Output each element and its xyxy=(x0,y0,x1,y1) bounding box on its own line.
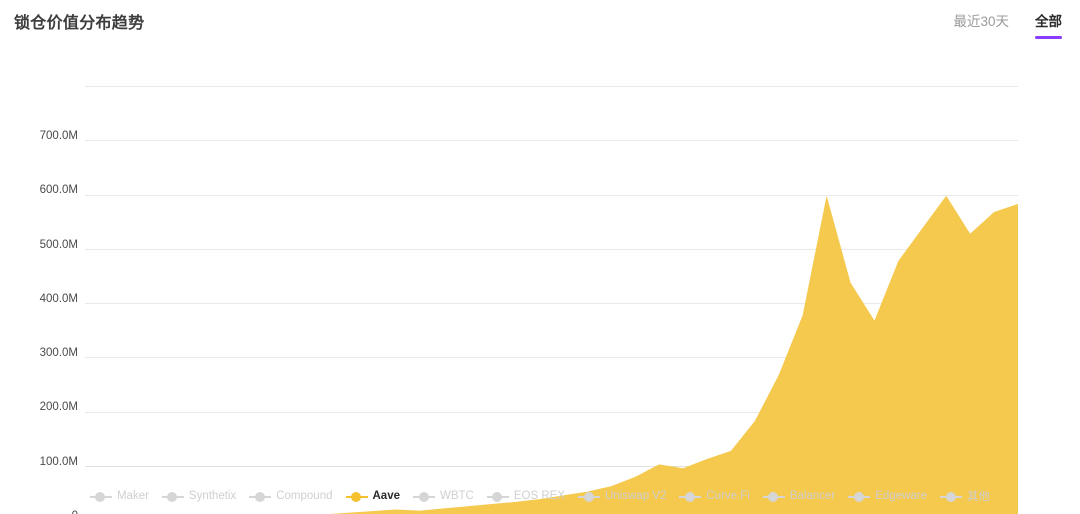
legend-item-maker[interactable]: Maker xyxy=(89,490,149,502)
legend-marker-icon xyxy=(486,491,509,502)
legend-marker-icon xyxy=(249,491,272,502)
legend-item-uniswap-v2[interactable]: Uniswap V2 xyxy=(578,490,666,502)
legend-item-edgeware[interactable]: Edgeware xyxy=(848,490,927,502)
legend-item-wbtc[interactable]: WBTC xyxy=(413,490,474,502)
legend-label: Uniswap V2 xyxy=(605,490,667,502)
y-axis-tick-label: 0 xyxy=(6,510,78,514)
y-axis-tick-label: 300.0M xyxy=(39,347,78,360)
legend-label: Edgeware xyxy=(875,490,928,502)
legend-marker-icon xyxy=(578,491,600,502)
legend-marker-icon xyxy=(413,491,435,502)
area-path-aave xyxy=(329,195,1018,514)
tab-all[interactable]: 全部 xyxy=(1035,10,1062,39)
legend-label: Maker xyxy=(116,490,149,502)
legend-marker-icon xyxy=(762,491,785,502)
legend-label: EOS REX xyxy=(513,490,565,502)
legend-item-curve-fi[interactable]: Curve.Fi xyxy=(679,490,750,502)
legend-label: 其他 xyxy=(967,491,991,503)
series-legend: Maker Synthetix Compound Aave WBTC EOS REX Uni… xyxy=(0,488,1080,504)
legend-label: WBTC xyxy=(440,490,474,502)
legend-label: Compound xyxy=(276,490,333,502)
y-axis-tick-label: 700.0M xyxy=(39,130,78,142)
y-axis-tick-label: 600.0M xyxy=(39,184,78,197)
legend-label: Curve.Fi xyxy=(706,490,750,502)
tab-label: 最近30天 xyxy=(953,14,1009,29)
legend-marker-icon xyxy=(89,491,112,502)
gridline xyxy=(85,86,1018,87)
legend-marker-icon xyxy=(345,491,368,502)
y-axis-tick-label: 500.0M xyxy=(39,238,78,251)
tab-active-underline xyxy=(1035,36,1062,39)
range-tabs: 最近30天 全部 xyxy=(953,10,1062,39)
legend-label: Synthetix xyxy=(188,490,237,502)
tab-label: 全部 xyxy=(1035,14,1062,29)
legend-item-compound[interactable]: Compound xyxy=(249,490,333,502)
legend-item-balancer[interactable]: Balancer xyxy=(762,490,836,502)
y-axis-tick-label: 400.0M xyxy=(39,292,78,305)
chart-area: 0 100.0M 200.0M 300.0M 400.0M 500.0M 600.0M 700… xyxy=(0,50,1080,514)
legend-marker-icon xyxy=(679,491,702,502)
legend-item-eos-rex[interactable]: EOS REX xyxy=(486,490,565,502)
legend-item-synthetix[interactable]: Synthetix xyxy=(161,490,237,502)
legend-label: Balancer xyxy=(789,490,836,502)
legend-marker-icon xyxy=(940,491,963,502)
y-axis-tick-label: 200.0M xyxy=(39,401,78,414)
y-axis-tick-label: 100.0M xyxy=(39,455,78,468)
legend-marker-icon xyxy=(161,491,184,502)
legend-marker-icon xyxy=(848,491,871,502)
page-title: 锁仓价值分布趋势 xyxy=(14,15,145,32)
legend-item-aave[interactable]: Aave xyxy=(345,490,401,502)
legend-item--[interactable]: 其他 xyxy=(940,488,990,504)
legend-label: Aave xyxy=(372,490,401,502)
card-header: 锁仓价值分布趋势 最近30天 全部 xyxy=(0,0,1080,50)
tab-last-30-days[interactable]: 最近30天 xyxy=(953,10,1009,39)
tvl-distribution-chart-card: 锁仓价值分布趋势 最近30天 全部 0 100.0M 200.0M 300.0M 400.… xyxy=(0,0,1080,514)
aave-area-series xyxy=(329,195,1018,514)
